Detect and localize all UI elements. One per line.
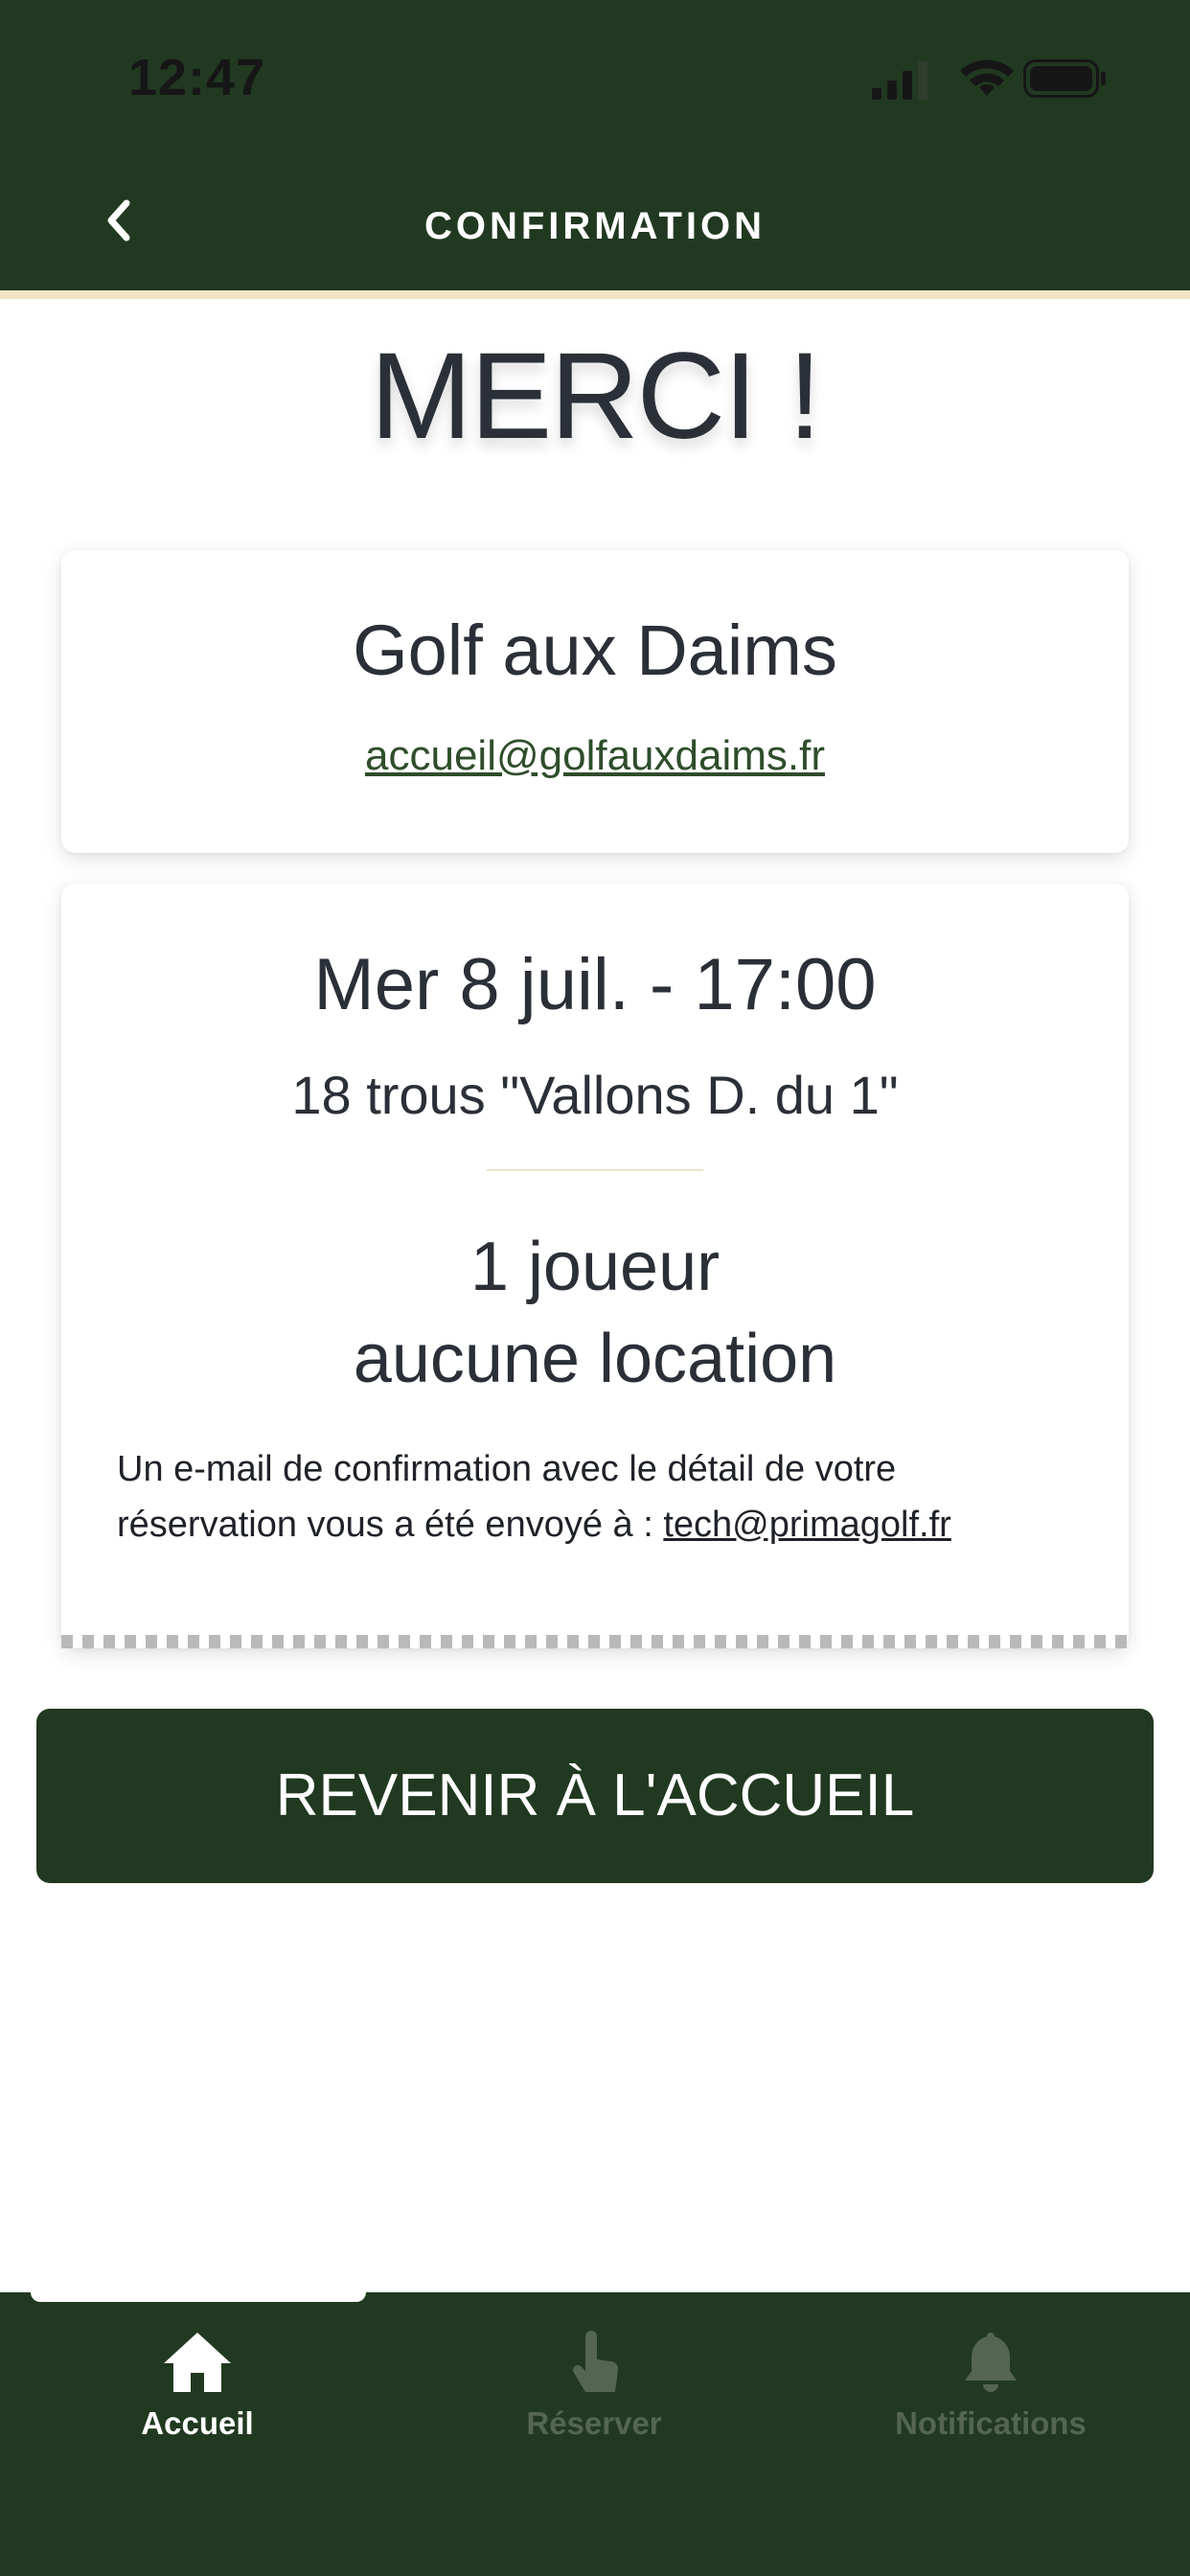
back-to-home-button[interactable]: REVENIR À L'ACCUEIL [36, 1709, 1154, 1883]
booking-players: 1 joueur aucune location [61, 1221, 1129, 1405]
players-count: 1 joueur [469, 1229, 721, 1305]
rental-info: aucune location [353, 1321, 837, 1397]
page-title: CONFIRMATION [423, 205, 767, 247]
signal-icon [872, 61, 927, 100]
tap-icon [573, 2331, 619, 2392]
booking-card: Mer 8 juil. - 17:00 18 trous "Vallons D.… [61, 884, 1129, 1648]
confirmation-note: Un e-mail de confirmation avec le détail… [117, 1441, 1073, 1552]
club-email-link[interactable]: accueil@golfauxdaims.fr [61, 732, 1129, 780]
divider [487, 1169, 703, 1171]
tab-label: Réserver [526, 2405, 662, 2441]
battery-icon [1023, 59, 1106, 98]
home-icon [164, 2333, 231, 2392]
tab-accueil[interactable]: Accueil [54, 2329, 341, 2463]
wifi-icon [960, 59, 1014, 96]
app-header: 12:47 CONFIRMATION [0, 0, 1190, 299]
bell-icon [965, 2333, 1017, 2392]
tab-label: Notifications [895, 2405, 1087, 2441]
note-email-link[interactable]: tech@primagolf.fr [663, 1505, 950, 1545]
ticket-perforation [61, 1635, 1129, 1648]
tab-notifications[interactable]: Notifications [847, 2329, 1134, 2463]
status-time: 12:47 [128, 49, 266, 106]
booking-course: 18 trous "Vallons D. du 1" [291, 1065, 899, 1125]
tab-reserver[interactable]: Réserver [450, 2329, 738, 2463]
tab-label: Accueil [141, 2405, 254, 2441]
club-card: Golf aux Daims accueil@golfauxdaims.fr [61, 550, 1129, 853]
club-name: Golf aux Daims [353, 610, 837, 690]
tab-indicator [31, 2290, 366, 2302]
thanks-heading: MERCI ! [370, 328, 822, 465]
booking-date-time: Mer 8 juil. - 17:00 [313, 944, 877, 1025]
